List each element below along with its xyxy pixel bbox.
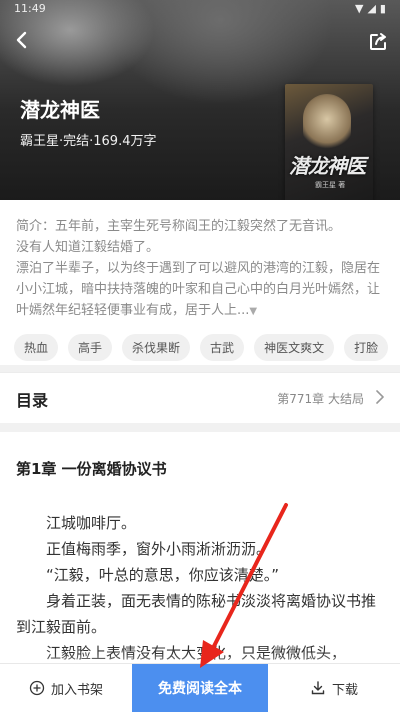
cover-title: 潜龙神医 bbox=[289, 154, 366, 178]
intro-section: 简介：五年前，主宰生死号称阎王的江毅突然了无音讯。 没有人知道江毅结婚了。 漂泊… bbox=[0, 200, 400, 365]
tag-chip[interactable]: 高手 bbox=[68, 334, 113, 361]
latest-chapter: 第771章 大结局 bbox=[277, 392, 364, 406]
chapter-paragraph: “江毅，叶总的意思，你应该清楚。” bbox=[46, 566, 280, 584]
tag-list: 热血 高手 杀伐果断 古武 神医文爽文 打脸 bbox=[14, 334, 389, 361]
chapter-paragraph: 正值梅雨季，窗外小雨淅淅沥沥。 bbox=[46, 540, 272, 558]
chapter-paragraph: 江城咖啡厅。 bbox=[46, 514, 137, 532]
book-title: 潜龙神医 bbox=[20, 98, 100, 122]
book-cover[interactable]: 潜龙神医 霸王星 著 bbox=[285, 84, 373, 200]
add-to-shelf-button[interactable]: 加入书架 bbox=[0, 664, 132, 712]
chapter-title: 第1章 一份离婚协议书 bbox=[16, 460, 167, 478]
bottom-action-bar: 加入书架 免费阅读全本 下载 bbox=[0, 663, 400, 712]
intro-line: 简介：五年前，主宰生死号称阎王的江毅突然了无音讯。 bbox=[16, 219, 342, 234]
download-button[interactable]: 下载 bbox=[268, 664, 400, 712]
download-label: 下载 bbox=[331, 682, 358, 698]
tag-chip[interactable]: 神医文爽文 bbox=[254, 334, 335, 361]
share-icon[interactable] bbox=[368, 32, 388, 52]
tag-chip[interactable]: 杀伐果断 bbox=[122, 334, 191, 361]
tag-chip[interactable]: 热血 bbox=[14, 334, 59, 361]
toc-label: 目录 bbox=[16, 391, 49, 410]
book-meta: 霸王星·完结·169.4万字 bbox=[20, 134, 157, 149]
cover-figure bbox=[303, 94, 351, 150]
tag-chip[interactable]: 古武 bbox=[200, 334, 245, 361]
chevron-right-icon bbox=[376, 390, 384, 404]
read-free-button[interactable]: 免费阅读全本 bbox=[132, 664, 268, 712]
back-icon[interactable] bbox=[12, 30, 32, 50]
expand-icon[interactable]: ▼ bbox=[249, 306, 257, 317]
intro-line: 没有人知道江毅结婚了。 bbox=[16, 240, 160, 255]
read-free-label: 免费阅读全本 bbox=[158, 681, 242, 697]
book-intro[interactable]: 简介：五年前，主宰生死号称阎王的江毅突然了无音讯。 没有人知道江毅结婚了。 漂泊… bbox=[16, 216, 386, 322]
table-of-contents-row[interactable]: 目录 第771章 大结局 bbox=[0, 372, 400, 423]
tag-chip[interactable]: 打脸 bbox=[344, 334, 389, 361]
status-icons: ▼◢▮ bbox=[355, 2, 390, 15]
book-header: 11:49 ▼◢▮ 潜龙神医 霸王星·完结·169.4万字 潜龙神医 霸王星 著 bbox=[0, 0, 400, 200]
cover-author: 霸王星 著 bbox=[315, 181, 346, 189]
plus-circle-icon bbox=[29, 680, 45, 696]
add-to-shelf-label: 加入书架 bbox=[50, 682, 103, 698]
intro-line: 漂泊了半辈子，以为终于遇到了可以避风的港湾的江毅，隐居在小小江城，暗中扶持落魄的… bbox=[16, 261, 381, 318]
chapter-paragraph: 身着正装，面无表情的陈秘书淡淡将离婚协议书推到江毅面前。 bbox=[16, 592, 377, 636]
status-time: 11:49 bbox=[14, 2, 46, 15]
download-icon bbox=[311, 681, 325, 695]
